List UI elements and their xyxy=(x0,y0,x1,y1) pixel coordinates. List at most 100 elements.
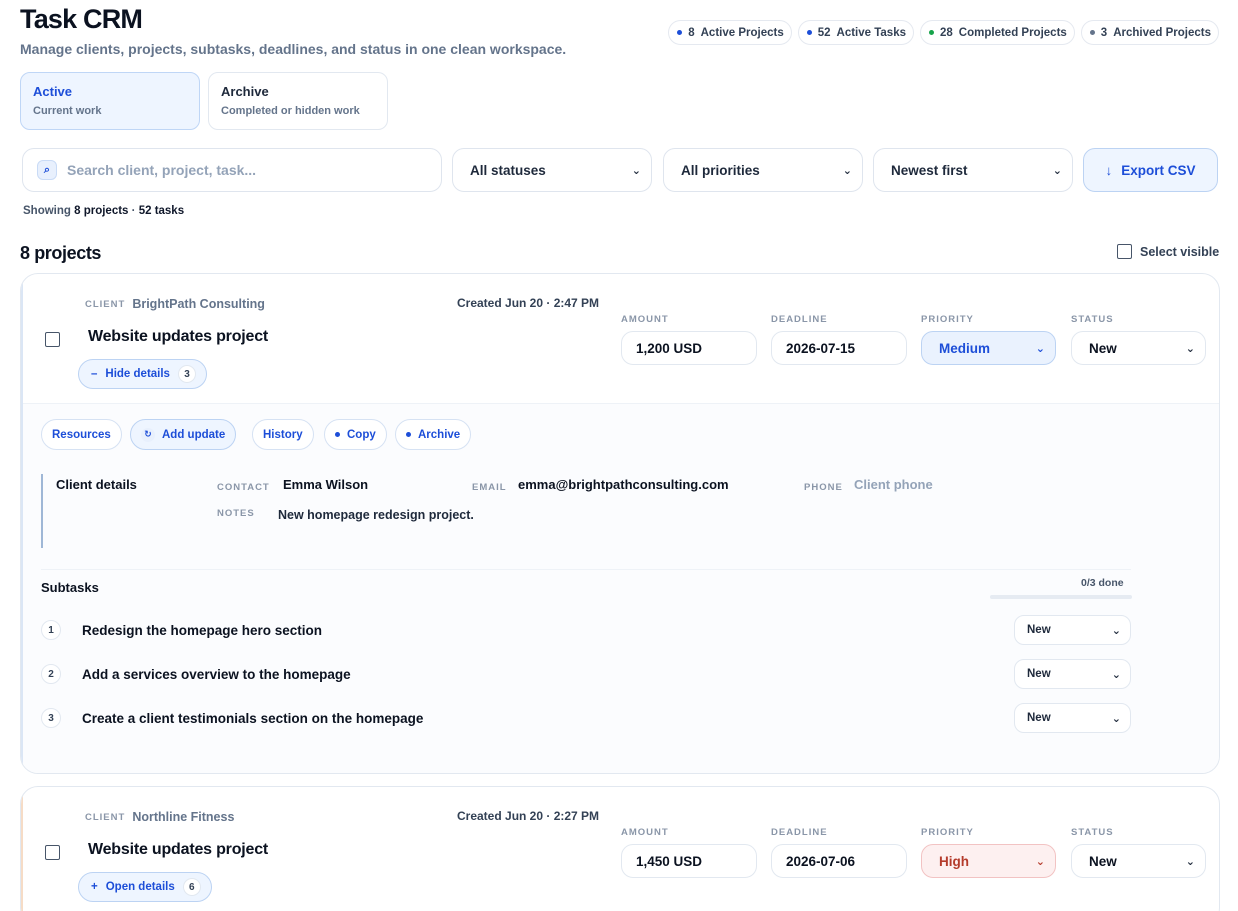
subtask-row: 3 Create a client testimonials section o… xyxy=(41,703,1131,733)
summary-prefix: Showing xyxy=(23,205,71,217)
app-title: Task CRM xyxy=(20,4,143,34)
priority-value: High xyxy=(939,853,969,869)
status-dot-icon xyxy=(806,30,812,35)
project-checkbox[interactable] xyxy=(45,845,60,860)
resources-label: Resources xyxy=(52,428,111,441)
project-title: Website updates project xyxy=(88,328,269,345)
deadline-field[interactable]: 2026-07-06 xyxy=(771,844,907,878)
search-input[interactable] xyxy=(67,162,407,178)
contact-label: CONTACT xyxy=(217,482,270,493)
export-csv-button[interactable]: ↓ Export CSV xyxy=(1083,148,1218,192)
client-details-heading: Client details xyxy=(56,477,137,492)
client-label: CLIENT xyxy=(85,298,126,310)
subtasks-progress-bar xyxy=(990,595,1132,599)
client-name: BrightPath Consulting xyxy=(132,297,265,311)
amount-label: AMOUNT xyxy=(621,827,669,838)
tab-archive[interactable]: Archive Completed or hidden work xyxy=(208,72,388,130)
select-visible-checkbox[interactable] xyxy=(1117,244,1132,259)
tab-active[interactable]: Active Current work xyxy=(20,72,200,130)
stat-active-projects: 8 Active Projects xyxy=(668,20,792,45)
sort-select[interactable]: Newest first ⌄ xyxy=(873,148,1073,192)
email-value: emma@brightpathconsulting.com xyxy=(518,477,729,492)
client-details-panel: Client details CONTACT Emma Wilson EMAIL… xyxy=(41,474,1131,548)
archive-icon xyxy=(406,432,411,437)
history-button[interactable]: History xyxy=(252,419,314,450)
add-update-label: Add update xyxy=(162,428,226,441)
amount-field[interactable]: 1,450 USD xyxy=(621,844,757,878)
subtask-status-value: New xyxy=(1027,712,1051,724)
search-icon: ⌕ xyxy=(37,160,57,180)
divider xyxy=(41,569,1131,570)
subtasks-progress-text: 0/3 done xyxy=(1081,577,1124,589)
stat-label: Completed Projects xyxy=(958,26,1067,39)
project-title: Website updates project xyxy=(88,841,269,858)
subtask-status-value: New xyxy=(1027,624,1051,636)
deadline-label: DEADLINE xyxy=(771,314,828,325)
stat-value: 3 xyxy=(1100,26,1108,39)
copy-button[interactable]: Copy xyxy=(324,419,387,450)
priority-select[interactable]: Medium ⌄ xyxy=(921,331,1056,365)
status-dot-icon xyxy=(677,30,683,35)
status-label: STATUS xyxy=(1071,827,1114,838)
history-label: History xyxy=(263,428,303,441)
priority-filter-select[interactable]: All priorities ⌄ xyxy=(663,148,863,192)
subtask-status-value: New xyxy=(1027,668,1051,680)
status-label: STATUS xyxy=(1071,314,1114,325)
resources-button[interactable]: Resources xyxy=(41,419,122,450)
export-label: Export CSV xyxy=(1121,162,1196,178)
projects-heading: 8 projects xyxy=(20,243,102,263)
chevron-down-icon: ⌄ xyxy=(1111,668,1121,681)
sort-value: Newest first xyxy=(891,162,968,178)
toggle-details-label: Hide details xyxy=(105,368,170,380)
summary-separator: · xyxy=(131,205,136,217)
stat-value: 52 xyxy=(817,26,831,39)
stats-bar: 8 Active Projects 52 Active Tasks 28 Com… xyxy=(668,20,1219,45)
project-details: Resources ↻ Add update History Copy Arch… xyxy=(23,403,1219,773)
add-update-button[interactable]: ↻ Add update xyxy=(130,419,237,450)
subtask-number: 2 xyxy=(41,664,61,684)
chevron-down-icon: ⌄ xyxy=(1111,712,1121,725)
archive-label: Archive xyxy=(418,428,461,441)
subtask-text: Add a services overview to the homepage xyxy=(82,666,351,682)
subtask-number: 1 xyxy=(41,620,61,640)
card-accent xyxy=(21,787,23,911)
created-timestamp: Created Jun 20 · 2:47 PM xyxy=(457,296,600,310)
status-filter-select[interactable]: All statuses ⌄ xyxy=(452,148,652,192)
toggle-details-button[interactable]: – Hide details 3 xyxy=(78,359,207,389)
subtask-row: 2 Add a services overview to the homepag… xyxy=(41,659,1131,689)
priority-value: Medium xyxy=(939,340,991,356)
toggle-details-button[interactable]: + Open details 6 xyxy=(78,872,212,902)
client-line: CLIENT Northline Fitness xyxy=(85,810,234,824)
priority-label: PRIORITY xyxy=(921,314,974,325)
task-count-badge: 6 xyxy=(182,878,201,896)
select-visible-toggle[interactable]: Select visible xyxy=(1117,244,1219,259)
arrow-down-icon: ↓ xyxy=(1105,162,1113,178)
subtask-row: 1 Redesign the homepage hero section New… xyxy=(41,615,1131,645)
app-subtitle: Manage clients, projects, subtasks, dead… xyxy=(20,41,567,57)
refresh-icon: ↻ xyxy=(141,427,155,442)
archive-button[interactable]: Archive xyxy=(395,419,472,450)
status-select[interactable]: New ⌄ xyxy=(1071,844,1206,878)
subtask-status-select[interactable]: New ⌄ xyxy=(1014,659,1131,689)
stat-completed-projects: 28 Completed Projects xyxy=(920,20,1075,45)
subtask-text: Redesign the homepage hero section xyxy=(82,622,323,638)
stat-value: 28 xyxy=(940,26,953,39)
project-checkbox[interactable] xyxy=(45,332,60,347)
client-label: CLIENT xyxy=(85,811,126,823)
chevron-down-icon: ⌄ xyxy=(1035,855,1045,868)
subtask-status-select[interactable]: New ⌄ xyxy=(1014,703,1131,733)
deadline-field[interactable]: 2026-07-15 xyxy=(771,331,907,365)
chevron-down-icon: ⌄ xyxy=(631,164,641,177)
status-select[interactable]: New ⌄ xyxy=(1071,331,1206,365)
amount-label: AMOUNT xyxy=(621,314,669,325)
deadline-label: DEADLINE xyxy=(771,827,828,838)
phone-label: PHONE xyxy=(804,482,843,493)
tab-subtitle: Current work xyxy=(33,105,102,117)
subtask-status-select[interactable]: New ⌄ xyxy=(1014,615,1131,645)
amount-field[interactable]: 1,200 USD xyxy=(621,331,757,365)
chevron-down-icon: ⌄ xyxy=(1185,855,1195,868)
phone-value: Client phone xyxy=(854,477,933,492)
client-name: Northline Fitness xyxy=(132,810,235,824)
priority-select[interactable]: High ⌄ xyxy=(921,844,1056,878)
task-count-badge: 3 xyxy=(177,365,196,383)
